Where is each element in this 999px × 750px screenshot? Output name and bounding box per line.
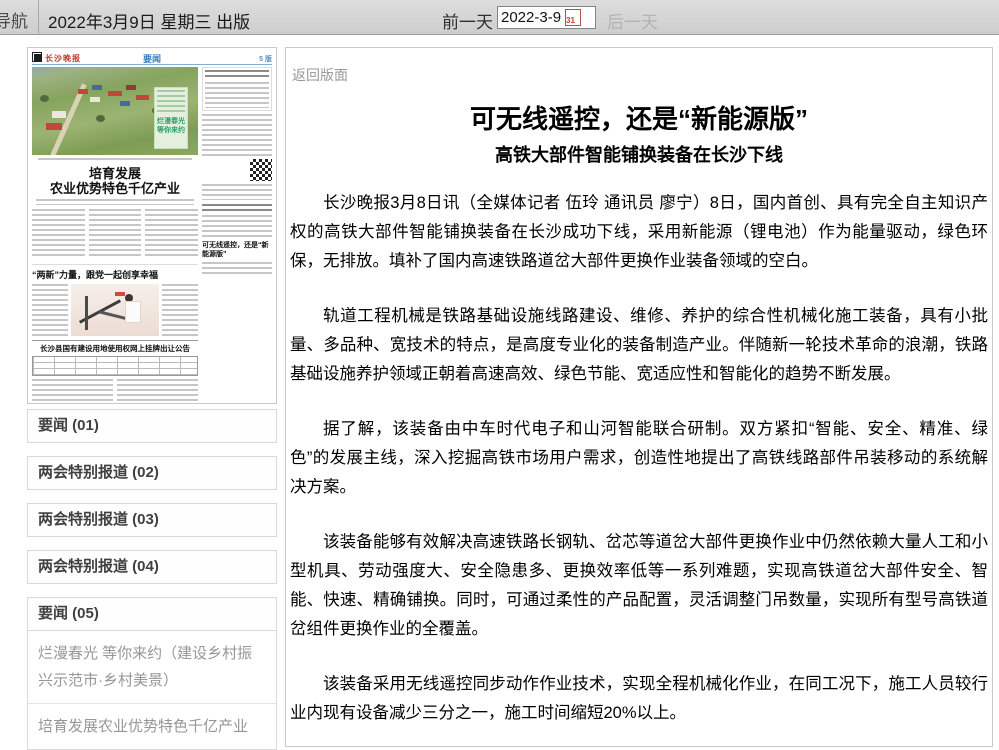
notice-text-columns bbox=[32, 379, 198, 403]
page-thumbnail[interactable]: 长沙晚报 要闻 5 版 bbox=[27, 47, 277, 404]
sidebar-section-03[interactable]: 两会特别报道 (03) bbox=[27, 503, 277, 537]
publication-date-label: 2022年3月9日 星期三 出版 bbox=[48, 8, 250, 33]
article-paragraph: 轨道工程机械是铁路基础设施线路建设、维修、养护的综合性机械化施工装备，具有小批量… bbox=[290, 302, 988, 389]
worker-photo bbox=[71, 284, 159, 336]
thumb-page-number: 5 版 bbox=[259, 54, 272, 64]
article-paragraph: 该装备能够有效解决高速铁路长钢轨、岔芯等道岔大部件更换作业中仍然依赖大量人工和小… bbox=[290, 528, 988, 644]
promo-box: 烂漫春光 等你来约 bbox=[154, 87, 188, 149]
article-content: 可无线遥控，还是“新能源版” 高铁大部件智能铺换装备在长沙下线 长沙晚报3月8日… bbox=[286, 48, 992, 728]
thumb-section-title: 要闻 bbox=[32, 52, 272, 65]
next-day-button-disabled: 后一天 bbox=[607, 8, 658, 33]
thumb-main-headline: 培育发展 农业优势特色千亿产业 bbox=[32, 166, 198, 196]
simulated-text bbox=[157, 90, 185, 114]
simulated-text bbox=[117, 379, 198, 403]
thumb-main-headline-line2: 农业优势特色千亿产业 bbox=[32, 181, 198, 196]
article-panel: 返回版面 可无线遥控，还是“新能源版” 高铁大部件智能铺换装备在长沙下线 长沙晚… bbox=[285, 47, 993, 747]
article-paragraph: 该装备采用无线遥控同步动作作业技术，实现全程机械化作业，在同工况下，施工人员较行… bbox=[290, 670, 988, 728]
thumb-right-top-article bbox=[202, 67, 272, 111]
simulated-headline bbox=[202, 204, 272, 212]
back-to-page-link[interactable]: 返回版面 bbox=[292, 65, 348, 85]
thumb-second-headline: “两新”力量，跟党一起创享幸福 bbox=[32, 264, 198, 281]
thumb-notice-block: 长沙县国有建设用地使用权网上挂牌出让公告 bbox=[32, 340, 198, 403]
calendar-icon-day: 31 bbox=[566, 16, 575, 25]
article-body: 长沙晚报3月8日讯（全媒体记者 伍玲 通讯员 廖宁）8日，国内首创、具有完全自主… bbox=[290, 189, 988, 728]
thumb-current-article-headline: 可无线遥控，还是“新能源版” bbox=[202, 241, 272, 259]
simulated-text bbox=[205, 82, 269, 108]
sidebar-section-01[interactable]: 要闻 (01) bbox=[27, 409, 277, 443]
nav-menu-item-partial[interactable]: 导航 bbox=[0, 7, 28, 32]
simulated-text bbox=[32, 379, 113, 403]
simulated-text bbox=[32, 284, 68, 336]
article-title: 可无线遥控，还是“新能源版” bbox=[290, 104, 988, 134]
photo-road bbox=[50, 83, 86, 155]
thumb-page-header: 长沙晚报 要闻 5 版 bbox=[32, 52, 272, 65]
promo-text: 烂漫春光 等你来约 bbox=[157, 117, 185, 135]
thumb-subhead-simulated bbox=[36, 199, 194, 205]
simulated-text bbox=[202, 262, 272, 274]
toolbar-divider bbox=[38, 0, 39, 34]
calendar-icon[interactable]: 31 bbox=[565, 9, 581, 26]
thumb-right-column: 可无线遥控，还是“新能源版” bbox=[202, 67, 272, 403]
notice-table bbox=[32, 356, 198, 376]
simulated-text bbox=[32, 209, 85, 259]
thumb-middle-row bbox=[32, 284, 198, 336]
article-paragraph: 长沙晚报3月8日讯（全媒体记者 伍玲 通讯员 廖宁）8日，国内首创、具有完全自主… bbox=[290, 189, 988, 276]
simulated-text bbox=[202, 114, 272, 156]
thumb-notice-title: 长沙县国有建设用地使用权网上挂牌出让公告 bbox=[32, 343, 198, 354]
simulated-text bbox=[202, 184, 272, 200]
sidebar-section-04[interactable]: 两会特别报道 (04) bbox=[27, 550, 277, 584]
date-input[interactable] bbox=[501, 9, 561, 26]
promo-line-2: 等你来约 bbox=[157, 126, 185, 135]
sidebar-article-list: 烂漫春光 等你来约（建设乡村振兴示范市·乡村美景） 培育发展农业优势特色千亿产业 bbox=[27, 631, 277, 750]
article-paragraph: 据了解，该装备由中车时代电子和山河智能联合研制。双方紧扣“智能、安全、精准、绿色… bbox=[290, 415, 988, 502]
aerial-village-photo: 烂漫春光 等你来约 bbox=[32, 67, 198, 155]
thumb-text-columns bbox=[32, 209, 198, 259]
article-subtitle: 高铁大部件智能铺换装备在长沙下线 bbox=[290, 141, 988, 167]
top-toolbar: 导航 2022年3月9日 星期三 出版 前一天 31 后一天 bbox=[0, 0, 999, 35]
qr-code bbox=[250, 159, 272, 181]
sidebar: 长沙晚报 要闻 5 版 bbox=[27, 47, 277, 750]
sidebar-section-02[interactable]: 两会特别报道 (02) bbox=[27, 456, 277, 490]
sidebar-section-05[interactable]: 要闻 (05) bbox=[27, 597, 277, 631]
simulated-headline bbox=[205, 70, 269, 80]
simulated-text bbox=[89, 209, 142, 259]
previous-day-button[interactable]: 前一天 bbox=[442, 8, 493, 33]
thumb-main-headline-line1: 培育发展 bbox=[32, 166, 198, 181]
simulated-text bbox=[145, 209, 198, 259]
sidebar-article-link[interactable]: 烂漫春光 等你来约（建设乡村振兴示范市·乡村美景） bbox=[28, 631, 276, 703]
thumb-left-column: 烂漫春光 等你来约 培育发展 农业优势特色千亿产业 “两新”力量，跟党一起创 bbox=[32, 67, 198, 403]
date-picker-field[interactable]: 31 bbox=[497, 6, 596, 29]
promo-line-1: 烂漫春光 bbox=[157, 117, 185, 126]
simulated-text bbox=[162, 284, 198, 336]
simulated-text bbox=[202, 215, 272, 237]
photo-caption-simulated bbox=[38, 158, 192, 163]
sidebar-article-link[interactable]: 培育发展农业优势特色千亿产业 bbox=[28, 703, 276, 749]
